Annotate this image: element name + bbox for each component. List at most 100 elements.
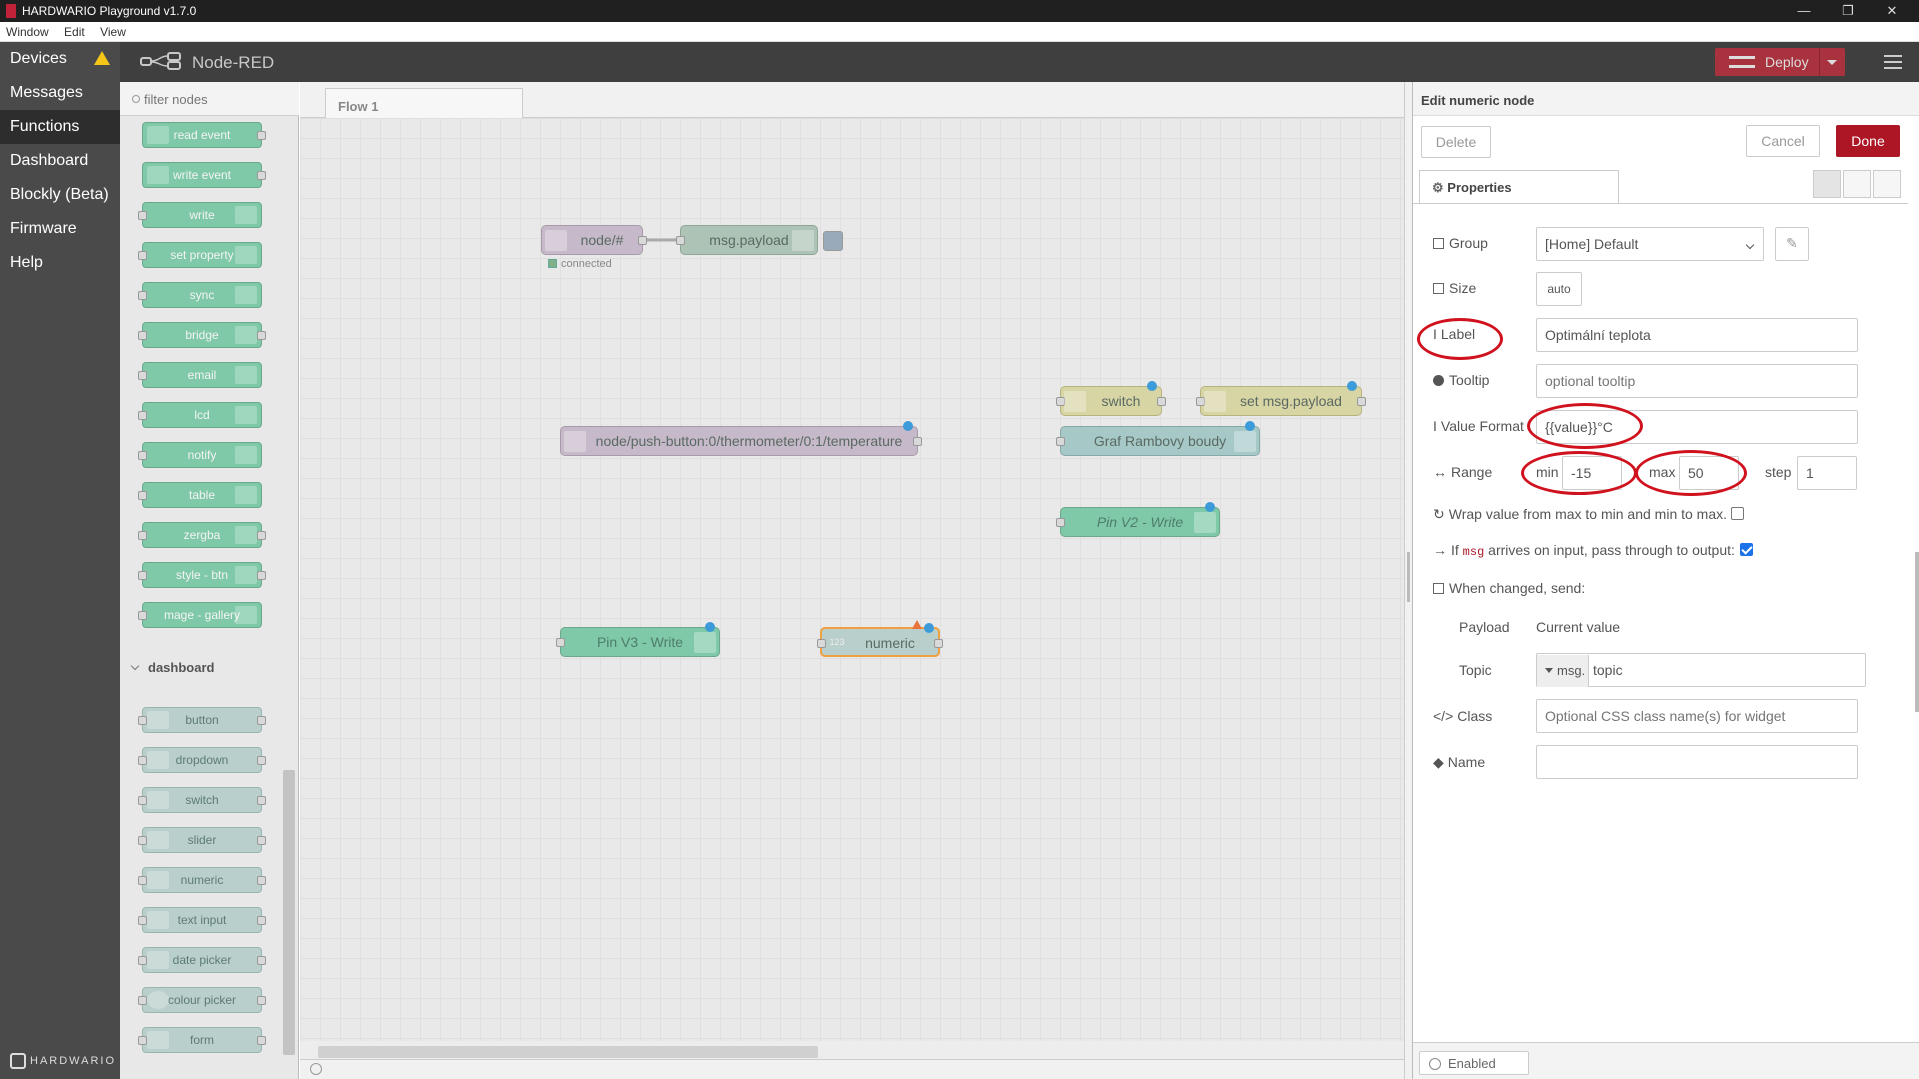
- table-icon: [1433, 238, 1444, 249]
- image-icon: [235, 606, 257, 624]
- range-step-input[interactable]: 1: [1797, 456, 1857, 490]
- flow-node-pin-v3-write[interactable]: Pin V3 - Write: [556, 622, 720, 657]
- flow-node-debug[interactable]: msg.payload: [676, 225, 843, 255]
- menu-edit[interactable]: Edit: [58, 22, 91, 39]
- palette-node-date-picker[interactable]: date picker: [138, 947, 266, 973]
- palette-node-dropdown[interactable]: dropdown: [138, 747, 266, 773]
- caret-down-icon[interactable]: [1827, 60, 1837, 65]
- close-window-button[interactable]: ✕: [1872, 1, 1912, 21]
- done-button[interactable]: Done: [1836, 125, 1900, 157]
- flow-node-gauge[interactable]: Graf Rambovy boudy: [1056, 421, 1260, 456]
- nav-messages[interactable]: Messages: [0, 76, 120, 110]
- tooltip-input[interactable]: [1536, 364, 1858, 398]
- search-icon[interactable]: [310, 1063, 322, 1075]
- node-label: dropdown: [175, 753, 229, 767]
- menu-view[interactable]: View: [94, 22, 132, 39]
- input-port: [1056, 437, 1065, 446]
- topic-typed-input[interactable]: msg. topic: [1536, 653, 1866, 687]
- enabled-toggle[interactable]: Enabled: [1419, 1051, 1529, 1075]
- palette-node-write[interactable]: write: [138, 202, 262, 228]
- tab-flow-1[interactable]: Flow 1: [325, 88, 523, 119]
- splitter-grip[interactable]: [1407, 552, 1410, 602]
- tray-splitter[interactable]: [1404, 82, 1412, 1079]
- menu-window[interactable]: Window: [0, 22, 55, 39]
- tab-properties[interactable]: ⚙ Properties: [1419, 170, 1619, 204]
- name-input[interactable]: [1536, 745, 1858, 779]
- nav-blockly[interactable]: Blockly (Beta): [0, 178, 120, 212]
- palette-node-lcd[interactable]: lcd: [138, 402, 262, 428]
- palette-node-image-gallery[interactable]: mage - gallery: [138, 602, 262, 628]
- topic-type-selector[interactable]: msg.: [1537, 655, 1589, 687]
- nav-label: Dashboard: [10, 152, 89, 169]
- node-label: numeric: [865, 635, 915, 651]
- flow-node-temperature[interactable]: node/push-button:0/thermometer/0:1/tempe…: [560, 421, 922, 456]
- flow-canvas[interactable]: node/# connected msg.payload switch set …: [300, 118, 1404, 1041]
- palette-node-numeric[interactable]: numeric: [138, 867, 266, 893]
- palette-node-style-btn[interactable]: style - btn: [138, 562, 266, 588]
- palette-node-slider[interactable]: slider: [138, 827, 266, 853]
- maximize-button[interactable]: ❐: [1828, 1, 1868, 21]
- tooltip-label: Tooltip: [1433, 372, 1489, 388]
- pencil-icon: ✎: [1786, 235, 1798, 251]
- input-port: [138, 611, 147, 620]
- flow-node-numeric[interactable]: 123 numeric: [817, 620, 943, 657]
- node-label: write event: [172, 168, 232, 182]
- node-label: bridge: [185, 328, 219, 342]
- gauge-icon: [1234, 431, 1256, 452]
- node-label: zergba: [183, 528, 221, 542]
- main-menu-icon[interactable]: [1884, 55, 1902, 69]
- when-changed-text: When changed, send:: [1449, 580, 1586, 596]
- palette-node-colour-picker[interactable]: colour picker: [138, 987, 266, 1013]
- palette-node-email[interactable]: email: [138, 362, 262, 388]
- palette-node-switch[interactable]: switch: [138, 787, 266, 813]
- palette-category-dashboard[interactable]: dashboard: [130, 660, 214, 675]
- flow-node-pin-v2-write[interactable]: Pin V2 - Write: [1056, 502, 1220, 537]
- canvas-horizontal-scrollbar[interactable]: [318, 1046, 818, 1058]
- cancel-button[interactable]: Cancel: [1746, 125, 1820, 157]
- label-input[interactable]: Optimální teplota: [1536, 318, 1858, 352]
- flow-node-switch[interactable]: switch: [1056, 381, 1166, 416]
- node-red-header: Node-RED Deploy: [120, 42, 1919, 82]
- group-select[interactable]: [Home] Default: [1536, 227, 1764, 261]
- minimize-button[interactable]: —: [1784, 1, 1824, 21]
- colour-icon: [147, 991, 169, 1009]
- palette-scrollbar[interactable]: [283, 770, 295, 1055]
- warning-icon: [94, 51, 110, 65]
- nav-help[interactable]: Help: [0, 246, 120, 280]
- palette-node-write-event[interactable]: write event: [142, 162, 266, 188]
- passthrough-checkbox[interactable]: [1740, 543, 1753, 556]
- debug-toggle-button[interactable]: [823, 231, 843, 251]
- node-icon: [235, 206, 257, 224]
- description-tab-icon[interactable]: [1843, 170, 1871, 198]
- nav-label: Help: [10, 254, 43, 271]
- palette-node-zergba[interactable]: zergba: [138, 522, 266, 548]
- nav-dashboard[interactable]: Dashboard: [0, 144, 120, 178]
- palette-node-read-event[interactable]: read event: [142, 122, 266, 148]
- deploy-button[interactable]: Deploy: [1715, 48, 1845, 76]
- input-port: [138, 451, 147, 460]
- flow-node-set-payload[interactable]: set msg.payload: [1196, 381, 1366, 416]
- filter-nodes-input[interactable]: [144, 90, 294, 108]
- palette-node-sync[interactable]: sync: [138, 282, 262, 308]
- palette-node-bridge[interactable]: bridge: [138, 322, 266, 348]
- palette-node-notify[interactable]: notify: [138, 442, 262, 468]
- nav-functions[interactable]: Functions: [0, 110, 120, 144]
- appearance-tab-icon[interactable]: [1873, 170, 1901, 198]
- palette-node-form[interactable]: form: [138, 1027, 266, 1053]
- nav-firmware[interactable]: Firmware: [0, 212, 120, 246]
- node-icon: [694, 632, 716, 653]
- edit-group-button[interactable]: ✎: [1775, 227, 1809, 261]
- nav-devices[interactable]: Devices: [0, 42, 120, 76]
- annotation-circle-min: [1521, 451, 1637, 495]
- settings-tab-gear-icon[interactable]: [1813, 170, 1841, 198]
- tray-scrollbar[interactable]: [1915, 552, 1919, 712]
- flow-node-mqtt-in[interactable]: node/#: [541, 225, 647, 255]
- palette-node-table[interactable]: table: [138, 482, 262, 508]
- palette-node-button[interactable]: button: [138, 707, 266, 733]
- size-button[interactable]: auto: [1536, 272, 1582, 306]
- delete-button[interactable]: Delete: [1421, 126, 1491, 158]
- wrap-checkbox[interactable]: [1731, 507, 1744, 520]
- palette-node-text-input[interactable]: text input: [138, 907, 266, 933]
- palette-node-set-property[interactable]: set property: [138, 242, 262, 268]
- class-input[interactable]: [1536, 699, 1858, 733]
